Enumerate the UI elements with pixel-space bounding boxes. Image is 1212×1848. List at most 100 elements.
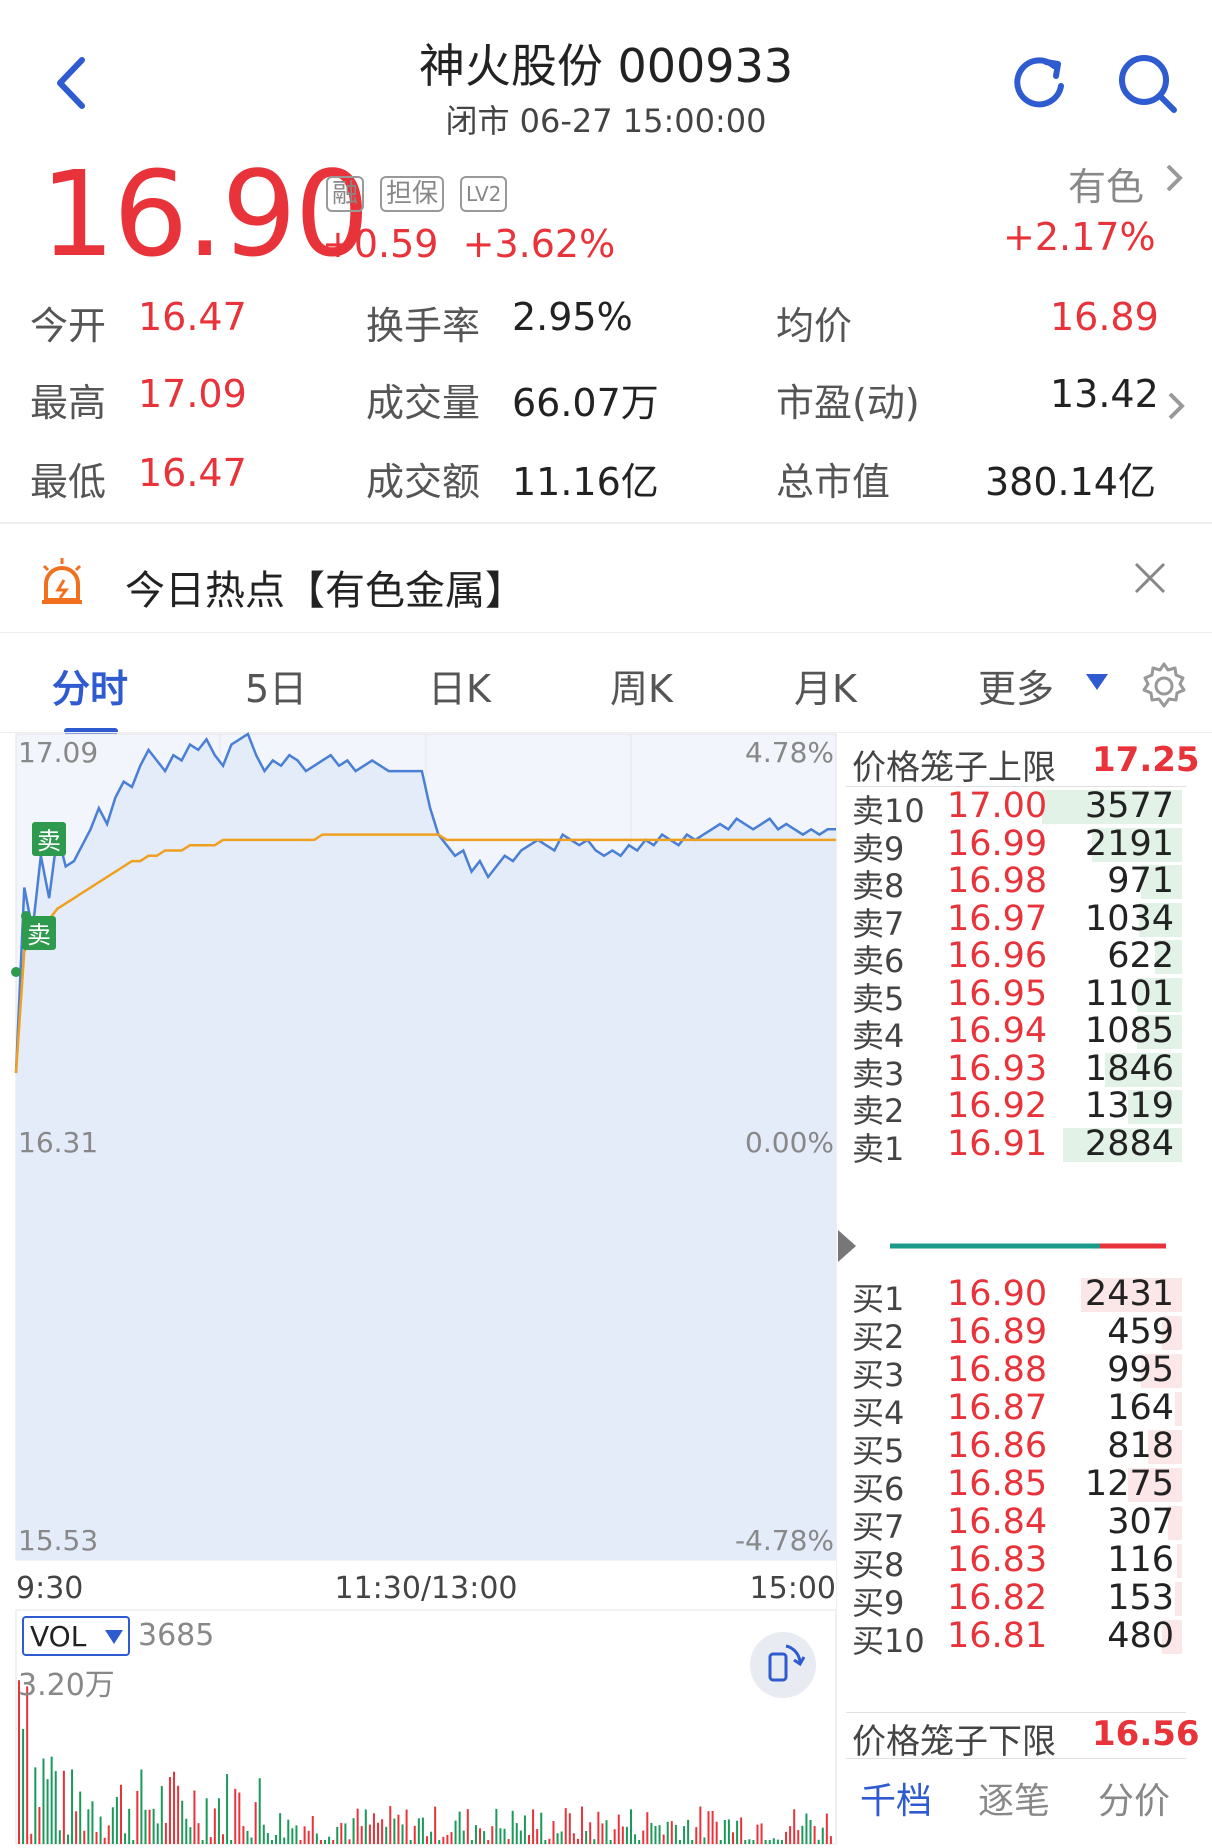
volume-bar <box>401 1824 404 1844</box>
rotate-screen-button[interactable] <box>750 1632 816 1698</box>
volume-bar <box>209 1837 212 1844</box>
volume-bar <box>299 1840 302 1844</box>
volume-bar <box>181 1800 184 1844</box>
search-button[interactable] <box>1112 48 1182 118</box>
amount-label: 成交额 <box>366 460 481 504</box>
level-price: 16.93 <box>947 1048 1048 1089</box>
sector-link[interactable]: 有色 <box>1068 156 1144 211</box>
volume-bar <box>817 1839 820 1844</box>
volume-bar <box>405 1809 408 1844</box>
volume-bar <box>630 1809 632 1844</box>
tab-weekly-k[interactable]: 周K <box>610 658 673 713</box>
volume-bar <box>18 1680 20 1844</box>
level-price: 16.99 <box>947 823 1048 864</box>
volume-bar <box>552 1821 555 1844</box>
volume-bar <box>723 1819 726 1844</box>
volume-bar <box>201 1840 204 1844</box>
tab-more[interactable]: 更多 <box>978 658 1054 713</box>
tab-daily-k[interactable]: 日K <box>428 658 491 713</box>
volume-bar <box>658 1825 661 1844</box>
volume-bar <box>519 1830 522 1844</box>
volume-bar <box>687 1819 690 1844</box>
settings-button[interactable] <box>1138 660 1190 716</box>
qty-depth-bar <box>1175 1392 1182 1426</box>
tab-depth[interactable]: 千档 <box>860 1772 932 1824</box>
vol-selector[interactable]: VOL <box>22 1616 130 1656</box>
volume-bar <box>434 1806 437 1844</box>
volume-bar <box>303 1826 306 1844</box>
hot-topic-text[interactable]: 今日热点【有色金属】 <box>125 558 525 616</box>
orderbook-collapse-icon[interactable] <box>838 1230 856 1262</box>
trade-marker <box>11 967 21 977</box>
volume-bar <box>564 1808 567 1844</box>
volume-bar <box>597 1811 600 1844</box>
triangle-down-icon <box>105 1630 123 1644</box>
level-price: 16.90 <box>947 1274 1048 1314</box>
turnover-label: 换手率 <box>366 304 481 348</box>
volume-bar <box>115 1796 118 1844</box>
ask-row[interactable]: 卖1 16.91 2884 <box>852 1124 1182 1168</box>
volume-bar <box>197 1823 200 1844</box>
volume-bar <box>173 1771 176 1844</box>
volume-bar <box>332 1840 335 1844</box>
volume-bar <box>205 1798 208 1844</box>
volume-bar <box>226 1774 229 1844</box>
volume-bar <box>279 1813 282 1844</box>
close-hot-button[interactable] <box>1130 558 1170 602</box>
level-qty: 1319 <box>1084 1086 1174 1126</box>
volume-bar <box>642 1830 645 1844</box>
sector-change: +2.17% <box>1003 215 1156 259</box>
volume-bar <box>691 1840 694 1844</box>
volume-bar <box>430 1831 433 1844</box>
volume-bar <box>727 1819 730 1844</box>
volume-bar <box>287 1819 290 1844</box>
volume-bar <box>377 1822 380 1844</box>
sell-badge-label: 卖 <box>27 921 51 949</box>
high-value: 17.09 <box>138 372 247 416</box>
volume-bar <box>230 1840 233 1844</box>
level-price: 16.81 <box>947 1616 1048 1656</box>
volume-bar <box>295 1825 298 1844</box>
tab-5day[interactable]: 5日 <box>245 658 307 713</box>
tab-monthly-k[interactable]: 月K <box>794 658 857 713</box>
bid-row[interactable]: 买10 16.81 480 <box>852 1616 1182 1660</box>
volume-bar <box>124 1833 127 1844</box>
volume-bar <box>348 1839 351 1844</box>
volume-bar <box>262 1824 265 1844</box>
time-label-mid: 11:30/13:00 <box>334 1571 517 1606</box>
volume-bar <box>446 1834 449 1844</box>
axis-left-mid: 16.31 <box>18 1126 98 1159</box>
volume-bar <box>340 1822 343 1844</box>
level-price: 17.00 <box>947 786 1048 826</box>
volume-bar <box>829 1836 832 1844</box>
pe-value[interactable]: 13.42 <box>1050 372 1159 416</box>
volume-bar <box>95 1832 98 1844</box>
level-qty: 1846 <box>1084 1048 1174 1089</box>
volume-bar <box>678 1840 681 1844</box>
tab-tick[interactable]: 逐笔 <box>978 1772 1050 1824</box>
volume-bar <box>168 1777 171 1844</box>
level-price: 16.95 <box>947 973 1048 1014</box>
volume-bar <box>315 1833 318 1844</box>
volume-bar <box>654 1825 657 1844</box>
level-qty: 153 <box>1107 1578 1174 1618</box>
lower-limit-value: 16.56 <box>1092 1714 1200 1754</box>
volume-bar <box>409 1840 412 1844</box>
search-icon <box>1119 55 1177 113</box>
sell-badge-label: 卖 <box>37 827 61 855</box>
refresh-button[interactable] <box>1006 48 1076 118</box>
volume-bar <box>360 1826 363 1844</box>
open-label: 今开 <box>30 304 107 348</box>
volume-bar <box>760 1823 763 1844</box>
volume-bar <box>740 1817 743 1844</box>
volume-bar <box>646 1812 649 1844</box>
upper-limit-label: 价格笼子上限 <box>852 748 1056 788</box>
volume-bar <box>344 1823 347 1844</box>
tab-intraday[interactable]: 分时 <box>52 658 128 713</box>
margin-tag: 融 <box>326 176 365 212</box>
volume-bar <box>511 1810 514 1844</box>
current-price: 16.90 <box>40 145 370 283</box>
tab-price-dist[interactable]: 分价 <box>1098 1772 1170 1824</box>
level-price: 16.85 <box>947 1464 1048 1504</box>
price-area-fill <box>16 734 836 1560</box>
